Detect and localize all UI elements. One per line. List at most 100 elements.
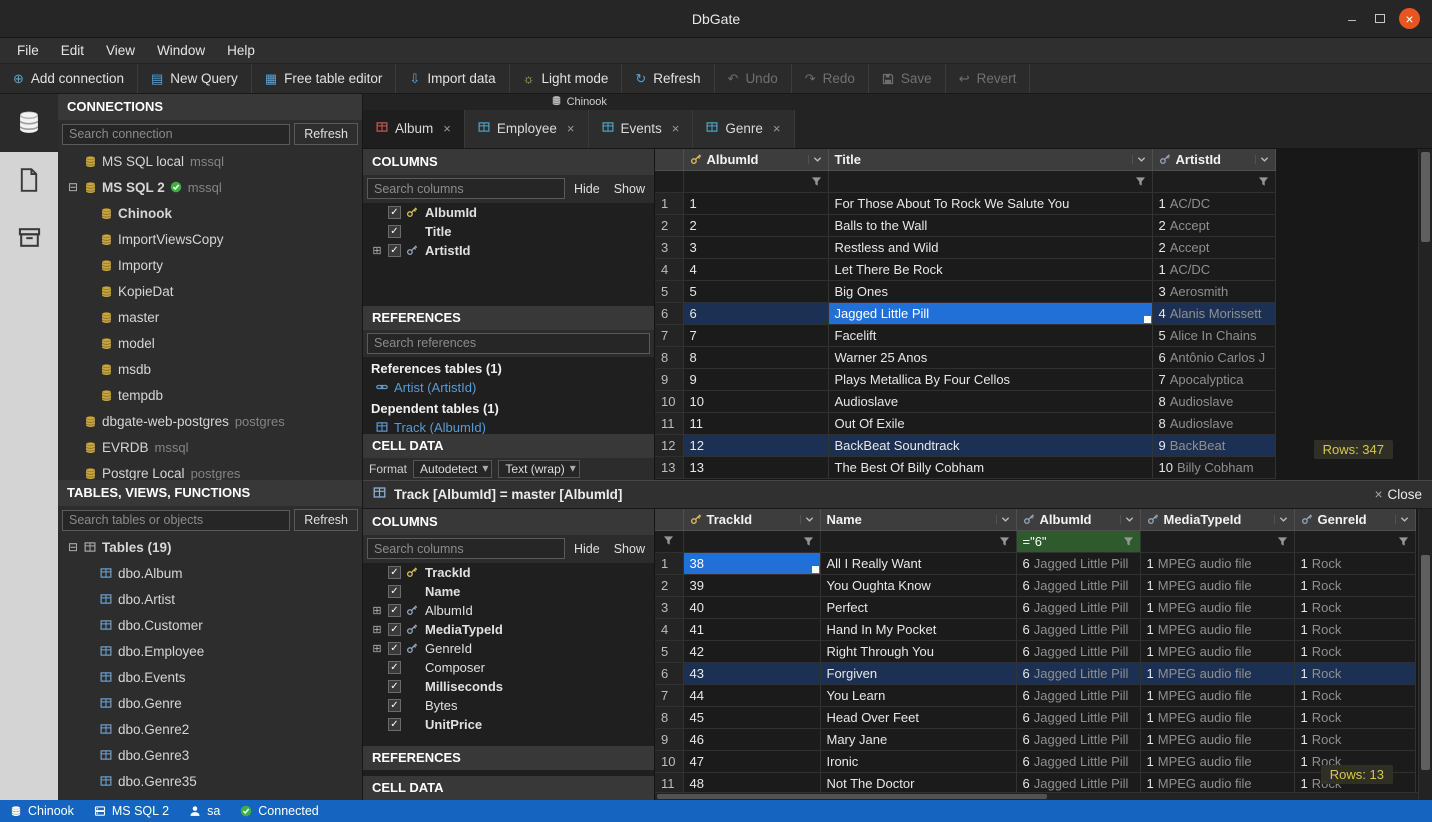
column-checkbox[interactable]: ✓ xyxy=(388,225,401,238)
data-cell[interactable]: Forgiven xyxy=(820,663,1016,685)
column-item[interactable]: ✓AlbumId xyxy=(363,203,654,222)
row-number-cell[interactable]: 3 xyxy=(655,597,683,619)
column-item[interactable]: ⊞✓ArtistId xyxy=(363,241,654,260)
free-table-editor-button[interactable]: ▦ Free table editor xyxy=(252,64,397,93)
data-cell[interactable]: 8 xyxy=(683,347,828,369)
data-cell[interactable]: 38 xyxy=(683,553,820,575)
data-cell[interactable]: Mary Jane xyxy=(820,729,1016,751)
close-tab-icon[interactable]: × xyxy=(567,121,575,136)
data-cell[interactable]: Hand In My Pocket xyxy=(820,619,1016,641)
data-cell[interactable]: 6Jagged Little Pill xyxy=(1016,553,1140,575)
row-number-cell[interactable]: 6 xyxy=(655,663,683,685)
data-cell[interactable]: Head Over Feet xyxy=(820,707,1016,729)
table-item[interactable]: dbo.Customer xyxy=(58,612,362,638)
data-cell[interactable]: 6Jagged Little Pill xyxy=(1016,751,1140,773)
grid-column-header-albumid[interactable]: AlbumId xyxy=(683,149,828,171)
data-cell[interactable]: 12 xyxy=(683,435,828,457)
references-search-input[interactable] xyxy=(367,333,650,354)
filter-cell[interactable] xyxy=(1152,171,1275,193)
column-menu-button[interactable] xyxy=(1132,155,1146,164)
filter-cell[interactable] xyxy=(683,531,820,553)
reference-link[interactable]: Artist (ArtistId) xyxy=(363,378,654,397)
row-number-cell[interactable]: 8 xyxy=(655,707,683,729)
tab-events[interactable]: Events × xyxy=(589,110,694,148)
tab-album[interactable]: Album × xyxy=(363,110,465,148)
table-item[interactable]: dbo.Genre3 xyxy=(58,742,362,768)
data-cell[interactable]: 1Rock xyxy=(1294,685,1415,707)
table-item[interactable]: dbo.Artist xyxy=(58,586,362,612)
close-tab-icon[interactable]: × xyxy=(672,121,680,136)
data-cell[interactable]: 4 xyxy=(683,259,828,281)
format-select[interactable]: Autodetect xyxy=(413,460,492,478)
connection-item[interactable]: MS SQL localmssql xyxy=(58,148,362,174)
filter-cell[interactable]: ="6" xyxy=(1016,531,1140,553)
new-query-button[interactable]: ▤ New Query xyxy=(138,64,252,93)
expand-icon[interactable]: ⊞ xyxy=(371,244,383,257)
row-number-cell[interactable]: 4 xyxy=(655,619,683,641)
light-mode-button[interactable]: ☼ Light mode xyxy=(510,64,623,93)
row-number-cell[interactable]: 2 xyxy=(655,575,683,597)
column-item[interactable]: ⊞✓GenreId xyxy=(363,639,654,658)
grid-column-header-mediatypeid[interactable]: MediaTypeId xyxy=(1140,509,1294,531)
grid-column-header-artistid[interactable]: ArtistId xyxy=(1152,149,1275,171)
undo-button[interactable]: ↶ Undo xyxy=(715,64,792,93)
column-item[interactable]: ✓Bytes xyxy=(363,696,654,715)
refresh-button[interactable]: ↻ Refresh xyxy=(622,64,714,93)
data-cell[interactable]: 1MPEG audio file xyxy=(1140,641,1294,663)
data-cell[interactable]: 45 xyxy=(683,707,820,729)
table-item[interactable]: dbo.Album xyxy=(58,560,362,586)
column-checkbox[interactable]: ✓ xyxy=(388,642,401,655)
menu-file[interactable]: File xyxy=(6,43,50,58)
minimize-button[interactable]: – xyxy=(1343,11,1361,27)
vertical-scrollbar[interactable] xyxy=(1418,509,1432,801)
data-cell[interactable]: 41 xyxy=(683,619,820,641)
filter-icon[interactable] xyxy=(1277,536,1288,547)
data-cell[interactable]: 9 xyxy=(683,369,828,391)
data-cell[interactable]: 8Audioslave xyxy=(1152,413,1275,435)
column-checkbox[interactable]: ✓ xyxy=(388,680,401,693)
tab-genre[interactable]: Genre × xyxy=(693,110,794,148)
data-cell[interactable]: Facelift xyxy=(828,325,1152,347)
filter-cell[interactable] xyxy=(820,531,1016,553)
data-cell[interactable]: 39 xyxy=(683,575,820,597)
data-cell[interactable]: 5Alice In Chains xyxy=(1152,325,1275,347)
data-cell[interactable]: 6Jagged Little Pill xyxy=(1016,597,1140,619)
data-cell[interactable]: 2Accept xyxy=(1152,237,1275,259)
row-number-cell[interactable]: 11 xyxy=(655,413,683,435)
data-cell[interactable]: 1MPEG audio file xyxy=(1140,663,1294,685)
column-item[interactable]: ✓TrackId xyxy=(363,563,654,582)
data-cell[interactable]: 6Jagged Little Pill xyxy=(1016,707,1140,729)
column-checkbox[interactable]: ✓ xyxy=(388,623,401,636)
table-item[interactable]: dbo.Genre35 xyxy=(58,768,362,794)
status-connected[interactable]: Connected xyxy=(230,800,328,822)
data-cell[interactable]: 5 xyxy=(683,281,828,303)
connection-item[interactable]: ImportViewsCopy xyxy=(58,226,362,252)
row-number-cell[interactable]: 9 xyxy=(655,369,683,391)
filter-icon[interactable] xyxy=(1258,176,1269,187)
close-tab-icon[interactable]: × xyxy=(773,121,781,136)
column-menu-button[interactable] xyxy=(1120,515,1134,524)
data-cell[interactable]: Ironic xyxy=(820,751,1016,773)
filter-cell[interactable] xyxy=(828,171,1152,193)
connection-item[interactable]: KopieDat xyxy=(58,278,362,304)
menu-help[interactable]: Help xyxy=(216,43,266,58)
collapse-icon[interactable]: ⊟ xyxy=(68,540,84,554)
table-item[interactable]: dbo.Employee xyxy=(58,638,362,664)
data-cell[interactable]: 1Rock xyxy=(1294,729,1415,751)
data-cell[interactable]: Audioslave xyxy=(828,391,1152,413)
filter-corner-cell[interactable] xyxy=(655,171,683,193)
grid-column-header-title[interactable]: Title xyxy=(828,149,1152,171)
show-columns-button[interactable]: Show xyxy=(609,178,650,200)
data-cell[interactable]: 1MPEG audio file xyxy=(1140,751,1294,773)
connection-item[interactable]: msdb xyxy=(58,356,362,382)
data-cell[interactable]: 6Jagged Little Pill xyxy=(1016,619,1140,641)
data-cell[interactable]: 1MPEG audio file xyxy=(1140,597,1294,619)
status-sa[interactable]: sa xyxy=(179,800,230,822)
filter-cell[interactable] xyxy=(1140,531,1294,553)
scrollbar-thumb[interactable] xyxy=(1421,555,1430,770)
data-cell[interactable]: 4Alanis Morissett xyxy=(1152,303,1275,325)
data-cell[interactable]: 42 xyxy=(683,641,820,663)
data-cell[interactable]: 1AC/DC xyxy=(1152,193,1275,215)
scrollbar-thumb[interactable] xyxy=(657,794,1047,799)
vertical-scrollbar[interactable] xyxy=(1418,149,1432,480)
